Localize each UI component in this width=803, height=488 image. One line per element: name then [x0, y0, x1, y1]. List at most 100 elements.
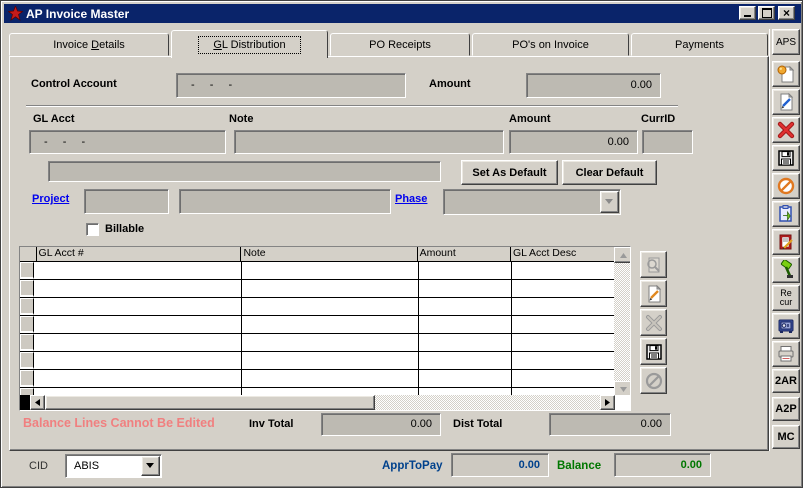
grid-cell[interactable]: [419, 262, 511, 279]
grid-cell[interactable]: [242, 262, 420, 279]
grid-cell[interactable]: [512, 370, 614, 387]
phase-link[interactable]: Phase: [395, 193, 427, 205]
maximize-icon[interactable]: [758, 6, 775, 20]
grid-cell[interactable]: [419, 370, 511, 387]
grid-cell[interactable]: [34, 298, 242, 315]
tab-gl-distribution[interactable]: GL Distribution: [171, 30, 328, 58]
cid-label: CID: [29, 460, 48, 472]
titlebar[interactable]: AP Invoice Master ×: [4, 4, 801, 23]
grid-cell[interactable]: [512, 316, 614, 333]
scroll-up-icon[interactable]: [614, 247, 631, 263]
grid-cell[interactable]: [512, 352, 614, 369]
set-as-default-button[interactable]: Set As Default: [461, 160, 558, 185]
scrollbar-thumb[interactable]: [45, 395, 375, 410]
phase-dropdown-arrow-icon: [600, 191, 619, 213]
grid-header-gl-acct-desc[interactable]: GL Acct Desc: [511, 247, 614, 261]
tab-payments[interactable]: Payments: [631, 33, 768, 56]
grid-row: [20, 280, 614, 298]
save-line-button[interactable]: [640, 338, 667, 365]
row-selector[interactable]: [20, 370, 34, 387]
row-selector[interactable]: [20, 298, 34, 315]
delete-line-icon: [644, 313, 664, 333]
row-selector[interactable]: [20, 262, 34, 279]
a2p-button[interactable]: A2P: [772, 397, 800, 421]
grid-cell[interactable]: [512, 298, 614, 315]
grid-cell[interactable]: [242, 370, 420, 387]
delete-icon: [776, 120, 796, 140]
vault-button[interactable]: [772, 313, 800, 339]
tab-invoice-details[interactable]: Invoice Details: [9, 33, 169, 56]
grid-cell[interactable]: [419, 298, 511, 315]
grid-cell[interactable]: [242, 280, 420, 297]
cid-combobox[interactable]: ABIS: [65, 454, 162, 478]
amount-label: Amount: [429, 78, 471, 90]
new-document-icon: [776, 64, 796, 84]
project-link[interactable]: Project: [32, 193, 69, 205]
grid-header-note[interactable]: Note: [241, 247, 417, 261]
cid-dropdown-arrow-icon[interactable]: [141, 456, 160, 476]
aps-button[interactable]: APS: [772, 29, 800, 55]
new-document-button[interactable]: [772, 61, 800, 87]
edit-document-icon: [776, 92, 796, 112]
grid-horizontal-scrollbar[interactable]: [20, 395, 630, 410]
grid-cell[interactable]: [242, 298, 420, 315]
row-selector[interactable]: [20, 316, 34, 333]
grid-cell[interactable]: [242, 316, 420, 333]
scrollbar-corner: [615, 395, 630, 410]
grid-cell[interactable]: [419, 334, 511, 351]
currid-field: [642, 130, 693, 154]
grid-cell[interactable]: [419, 280, 511, 297]
edit-line-icon: [644, 284, 664, 304]
vault-icon: [776, 316, 796, 336]
grid-header-gl-acct[interactable]: GL Acct #: [37, 247, 242, 261]
grid-cell[interactable]: [34, 280, 242, 297]
gl-acct-label: GL Acct: [33, 113, 75, 125]
row-selector[interactable]: [20, 352, 34, 369]
grid-cell[interactable]: [34, 334, 242, 351]
grid-cell[interactable]: [34, 316, 242, 333]
dist-total-field: 0.00: [549, 413, 671, 436]
save-button[interactable]: [772, 145, 800, 171]
grid-row: [20, 352, 614, 370]
search-document-icon: [644, 255, 664, 275]
row-selector[interactable]: [20, 280, 34, 297]
hammer-icon: [776, 260, 796, 280]
inv-total-field: 0.00: [321, 413, 441, 436]
edit-line-button[interactable]: [640, 280, 667, 307]
row-selector[interactable]: [20, 334, 34, 351]
grid-cell[interactable]: [512, 334, 614, 351]
appr-to-pay-label: ApprToPay: [382, 460, 443, 472]
hammer-button[interactable]: [772, 257, 800, 283]
paste-button[interactable]: [772, 201, 800, 227]
notes-button[interactable]: [772, 229, 800, 255]
mc-button[interactable]: MC: [772, 425, 800, 449]
grid-cell[interactable]: [34, 352, 242, 369]
grid-cell[interactable]: [242, 352, 420, 369]
grid-cell[interactable]: [512, 262, 614, 279]
delete-button[interactable]: [772, 117, 800, 143]
print-button[interactable]: [772, 341, 800, 367]
grid-cell[interactable]: [242, 334, 420, 351]
recur-button[interactable]: Re cur: [772, 285, 800, 311]
tab-po-receipts[interactable]: PO Receipts: [330, 33, 470, 56]
grid-cell[interactable]: [34, 262, 242, 279]
grid-row: [20, 316, 614, 334]
cancel-button[interactable]: [772, 173, 800, 199]
grid-vertical-scrollbar[interactable]: [614, 247, 630, 397]
grid-cell[interactable]: [34, 370, 242, 387]
billable-checkbox[interactable]: [86, 223, 99, 236]
scroll-left-icon[interactable]: [30, 395, 45, 410]
scroll-right-icon[interactable]: [600, 395, 615, 410]
close-icon[interactable]: ×: [778, 6, 795, 20]
grid-header-amount[interactable]: Amount: [418, 247, 511, 261]
grid-cell[interactable]: [512, 280, 614, 297]
clear-default-button[interactable]: Clear Default: [562, 160, 657, 185]
edit-document-button[interactable]: [772, 89, 800, 115]
tab-pos-on-invoice[interactable]: PO's on Invoice: [472, 33, 629, 56]
two-ar-button[interactable]: 2AR: [772, 369, 800, 393]
minimize-icon[interactable]: [739, 6, 756, 20]
search-document-button: [640, 251, 667, 278]
tab-label: PO Receipts: [369, 39, 431, 51]
grid-cell[interactable]: [419, 316, 511, 333]
grid-cell[interactable]: [419, 352, 511, 369]
